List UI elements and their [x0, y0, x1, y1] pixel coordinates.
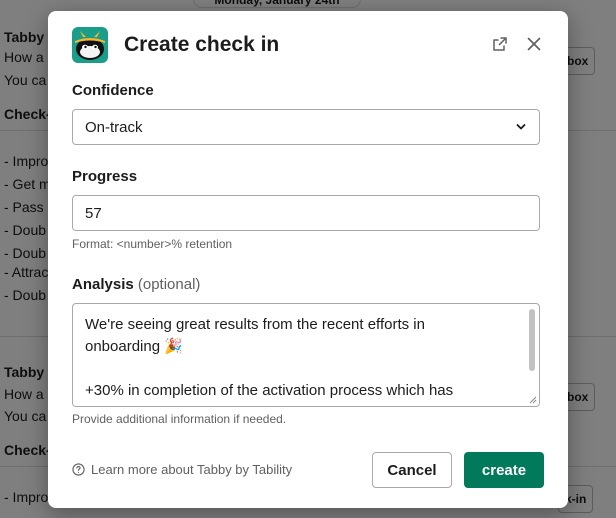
modal-header: Create check in: [48, 11, 568, 77]
learn-more-text: Learn more about Tabby by Tability: [91, 462, 293, 477]
analysis-label-text: Analysis: [72, 276, 134, 293]
question-circle-icon: [72, 463, 85, 476]
analysis-line: We're seeing great results from the rece…: [85, 316, 425, 333]
close-icon[interactable]: [523, 33, 545, 55]
external-link-icon[interactable]: [489, 33, 511, 55]
analysis-line: onboarding 🎉: [85, 338, 183, 355]
cancel-button[interactable]: Cancel: [372, 452, 452, 488]
confidence-label: Confidence: [72, 82, 154, 99]
confidence-selected-value: On-track: [85, 119, 143, 136]
create-check-in-modal: Create check in Confidence On-track Prog…: [48, 11, 568, 508]
analysis-hint: Provide additional information if needed…: [72, 412, 287, 426]
textarea-scrollbar[interactable]: [529, 309, 535, 371]
progress-input[interactable]: [72, 195, 540, 231]
resize-handle-icon[interactable]: [527, 394, 537, 404]
analysis-textarea[interactable]: We're seeing great results from the rece…: [72, 303, 540, 407]
progress-label: Progress: [72, 168, 138, 185]
analysis-line: +30% in completion of the activation pro…: [85, 382, 454, 399]
progress-hint: Format: <number>% retention: [72, 237, 233, 251]
chevron-down-icon: [516, 124, 526, 130]
analysis-label: Analysis (optional): [72, 276, 200, 293]
create-button[interactable]: create: [464, 452, 544, 488]
optional-tag: (optional): [137, 276, 201, 293]
tabby-logo-icon: [72, 27, 108, 63]
modal-title: Create check in: [124, 33, 280, 56]
learn-more-link[interactable]: Learn more about Tabby by Tability: [72, 462, 292, 477]
confidence-select[interactable]: On-track: [72, 109, 540, 145]
